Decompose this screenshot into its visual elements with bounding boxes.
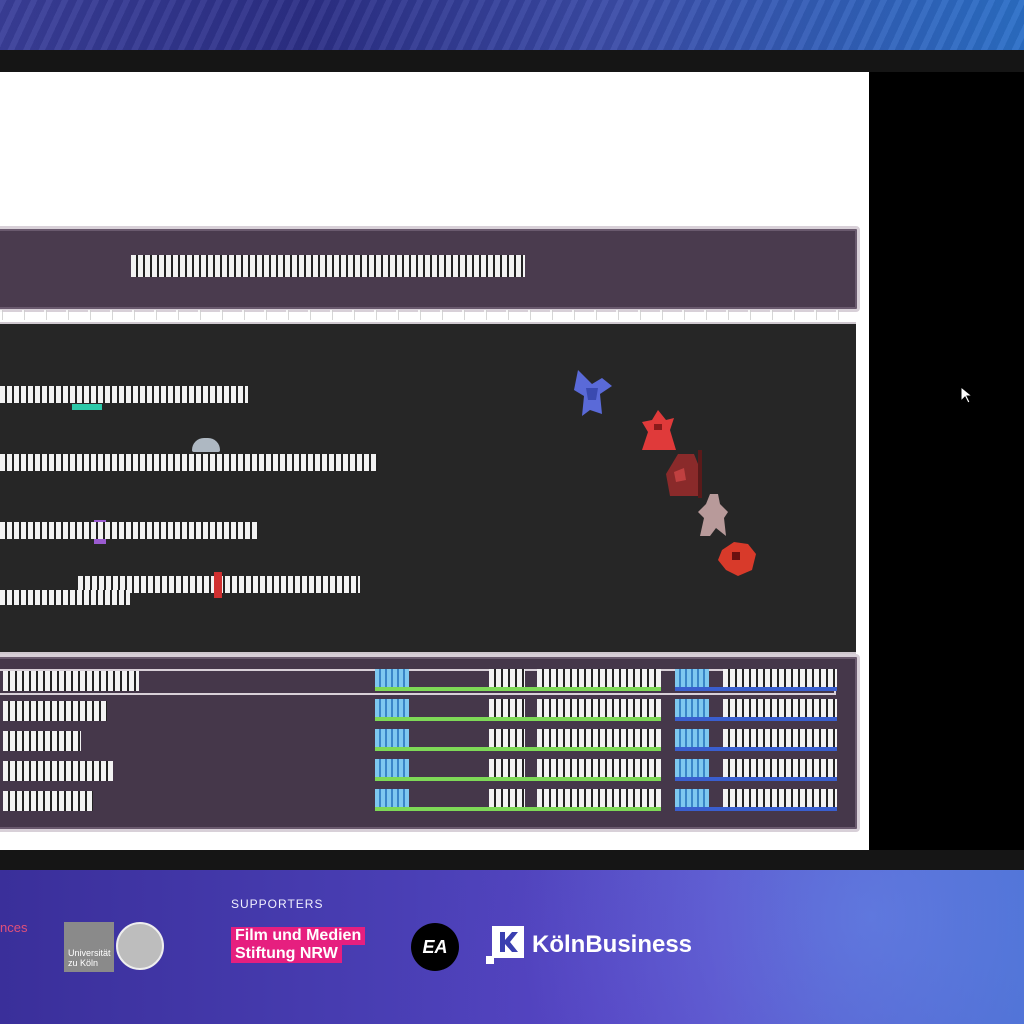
video-frame-bottom-bar (0, 850, 1024, 870)
hp-bar (375, 807, 661, 811)
teal-effect-icon (72, 404, 102, 410)
grey-monk-sprite (698, 494, 728, 536)
enemy-name-line (0, 522, 258, 539)
mp-bar (675, 807, 837, 811)
hp-max-value (537, 699, 661, 719)
university-name-line1: Universität (68, 948, 111, 958)
supporters-label: SUPPORTERS (231, 897, 324, 911)
enemy-name-line (0, 386, 248, 403)
koelnbusiness-logo: KölnBusiness (486, 926, 692, 964)
top-banner (0, 0, 1024, 50)
university-name-line2: zu Köln (68, 958, 99, 968)
film-logo-line1: Film und Medien (231, 927, 366, 945)
party-member-name (3, 731, 81, 751)
mp-bar (675, 717, 837, 721)
mp-value (723, 669, 837, 689)
hp-max-value (537, 759, 661, 779)
partner-logo-fragment: nces (0, 920, 28, 935)
ea-logo-icon: EA (411, 923, 459, 971)
mouse-cursor-icon (960, 386, 974, 404)
red-marker-icon (214, 572, 222, 598)
mp-value (723, 759, 837, 779)
hp-value (489, 669, 525, 689)
koelnbusiness-text: KölnBusiness (532, 931, 693, 958)
university-logo: Universität zu Köln (64, 922, 114, 972)
enemy-name-line (0, 590, 130, 605)
koelnbusiness-k-icon (486, 926, 524, 964)
film-logo-line2: Stiftung NRW (231, 945, 342, 963)
hp-bar (375, 747, 661, 751)
presentation-slide (0, 72, 869, 850)
mp-value (723, 729, 837, 749)
video-frame-top-bar (0, 50, 1024, 72)
mp-value (723, 789, 837, 809)
decorative-strip (0, 310, 856, 320)
video-side-area (869, 72, 1024, 850)
hp-bar (375, 687, 661, 691)
hp-max-value (537, 789, 661, 809)
mp-bar (675, 687, 837, 691)
hp-bar (375, 717, 661, 721)
hp-max-value (537, 729, 661, 749)
party-status-panel (0, 654, 860, 832)
glitched-title-text (131, 255, 525, 277)
hp-value (489, 699, 525, 719)
mushroom-sprite-icon (192, 438, 220, 452)
mp-bar (675, 777, 837, 781)
party-member-name (3, 761, 113, 781)
party-member-name (3, 671, 139, 691)
enemy-name-line (0, 454, 378, 471)
blue-wizard-sprite (574, 370, 612, 416)
red-mage-sprite (642, 410, 676, 450)
hp-value (489, 789, 525, 809)
mp-value (723, 699, 837, 719)
game-screenshot (0, 222, 860, 834)
university-seal-icon (116, 922, 164, 970)
hp-max-value (537, 669, 661, 689)
hp-value (489, 729, 525, 749)
film-medien-stiftung-logo: Film und Medien Stiftung NRW (231, 927, 385, 967)
party-member-name (3, 701, 107, 721)
party-member-name (3, 791, 93, 811)
mp-bar (675, 747, 837, 751)
red-fighter-sprite (718, 542, 756, 576)
hp-value (489, 759, 525, 779)
top-message-panel (0, 226, 860, 312)
dark-knight-sprite (666, 450, 702, 498)
battle-area (0, 322, 856, 654)
hp-bar (375, 777, 661, 781)
